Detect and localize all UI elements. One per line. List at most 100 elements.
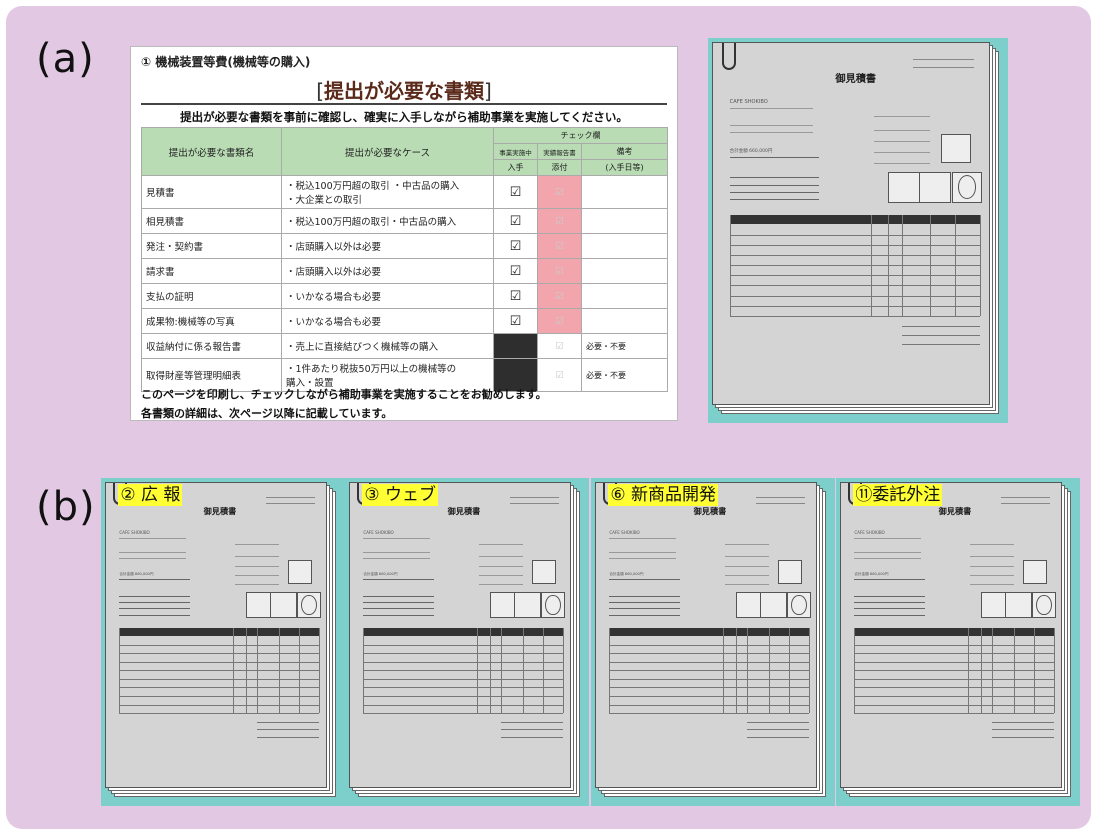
doc-lead: 提出が必要な書類を事前に確認し、確実に入手しながら補助事業を実施してください。	[180, 110, 628, 124]
text-line	[969, 574, 1015, 576]
table-line	[363, 687, 564, 689]
estimate-page: 御見積書 CAFE SHOKIBO 合計金額 660,000円	[105, 482, 327, 788]
text-line	[854, 602, 926, 604]
stamp-icon	[301, 594, 317, 616]
total-line	[902, 344, 980, 346]
estimate-title: 御見積書	[447, 505, 481, 516]
approval-box	[760, 591, 787, 619]
section-tag: ③ ウェブ	[362, 484, 438, 506]
col-note2: (入手日等)	[580, 159, 669, 176]
text-line	[729, 108, 814, 110]
text-line	[854, 596, 926, 598]
underline	[729, 157, 819, 159]
table-line	[363, 661, 564, 663]
case-cell: ・税込100万円超の取引・中古品の購入	[281, 208, 494, 234]
table-col	[245, 628, 247, 714]
table-line	[729, 265, 980, 267]
table-line	[363, 653, 564, 655]
estimate-stack-b-3: 御見積書 CAFE SHOKIBO 合計金額 660,000円 ⑥ 新商品開発	[591, 478, 835, 806]
table-col	[967, 628, 969, 714]
table-line	[609, 678, 810, 680]
text-line	[724, 574, 770, 576]
note-cell: 必要・不要	[580, 333, 669, 359]
text-line	[913, 59, 975, 61]
table-header-bar	[854, 628, 1055, 636]
text-line	[609, 596, 681, 598]
table-line	[363, 695, 564, 697]
col-obtain: 入手	[493, 159, 538, 176]
total-line	[746, 736, 810, 738]
table-line	[854, 678, 1055, 680]
text-line	[363, 608, 435, 610]
table-line	[729, 315, 980, 317]
table-line	[854, 644, 1055, 646]
note-cell	[580, 175, 669, 209]
doc-name-cell: 相見積書	[141, 208, 282, 234]
doc-header: [提出が必要な書類]	[316, 79, 492, 103]
table-line	[363, 670, 564, 672]
table-col	[1034, 628, 1036, 714]
text-line	[729, 199, 819, 201]
table-line	[119, 661, 320, 663]
approval-box	[270, 591, 297, 619]
text-line	[119, 538, 186, 540]
text-line	[119, 551, 186, 553]
table-line	[729, 244, 980, 246]
table-col	[476, 628, 478, 714]
checkbox-icon: ☑	[537, 175, 582, 209]
table-line	[729, 285, 980, 287]
col-attach: 添付	[537, 159, 582, 176]
table-col	[809, 628, 811, 714]
paperclip-icon	[722, 43, 737, 70]
text-line	[874, 130, 930, 132]
total-amount: 合計金額 660,000円	[729, 149, 773, 155]
note-cell	[580, 208, 669, 234]
required-documents-table: 提出が必要な書類名 提出が必要なケース チェック欄 事業実施中 実績報告書 備考…	[141, 127, 669, 392]
approval-box	[888, 171, 921, 203]
table-line	[854, 687, 1055, 689]
text-line	[119, 614, 191, 616]
table-col	[854, 628, 856, 714]
table-row: 支払の証明 ・いかなる場合も必要 ☑ ☑	[141, 283, 669, 309]
table-col	[929, 215, 931, 316]
estimate-page: 御見積書 CAFE SHOKIBO 合計金額 660,000円	[840, 482, 1062, 788]
total-line	[256, 729, 320, 731]
text-line	[363, 596, 435, 598]
checkbox-icon: ☑	[537, 208, 582, 234]
approval-box	[514, 591, 541, 619]
table-col	[363, 628, 365, 714]
text-line	[913, 66, 975, 68]
total-amount: 合計金額 660,000円	[119, 571, 154, 576]
checkbox-icon: ☑	[537, 333, 582, 359]
text-line	[874, 151, 930, 153]
doc-name-cell: 収益納付に係る報告書	[141, 333, 282, 359]
note-cell	[580, 283, 669, 309]
case-cell: ・税込100万円超の取引 ・中古品の購入 ・大企業との取引	[281, 175, 494, 209]
text-line	[755, 502, 805, 504]
estimate-page: 御見積書 CAFE SHOKIBO 合計金額 660,000円	[595, 482, 817, 788]
text-line	[363, 538, 430, 540]
text-line	[874, 162, 930, 164]
table-line	[119, 678, 320, 680]
checkbox-icon: ☑	[493, 208, 538, 234]
checkbox-icon: ☑	[493, 308, 538, 334]
table-line	[119, 713, 320, 715]
table-col	[563, 628, 565, 714]
estimate-title: 御見積書	[693, 505, 727, 516]
note-cell	[580, 258, 669, 284]
footer-line-2: 各書類の詳細は、次ページ以降に記載しています。	[141, 407, 393, 420]
table-col	[980, 628, 982, 714]
table-col	[979, 215, 981, 316]
total-line	[991, 729, 1055, 731]
company-name: CAFE SHOKIBO	[609, 530, 640, 536]
col-during: 事業実施中	[493, 143, 538, 160]
table-row: 見積書 ・税込100万円超の取引 ・中古品の購入 ・大企業との取引 ☑ ☑	[141, 175, 669, 209]
text-line	[478, 565, 524, 567]
table-line	[729, 234, 980, 236]
total-line	[500, 736, 564, 738]
case-cell: ・いかなる場合も必要	[281, 308, 494, 334]
text-line	[509, 502, 559, 504]
estimate-title: 御見積書	[203, 505, 237, 516]
table-line	[119, 653, 320, 655]
estimate-stack-a: 御見積書 CAFE SHOKIBO 合計金額 660,000円	[708, 38, 1008, 423]
